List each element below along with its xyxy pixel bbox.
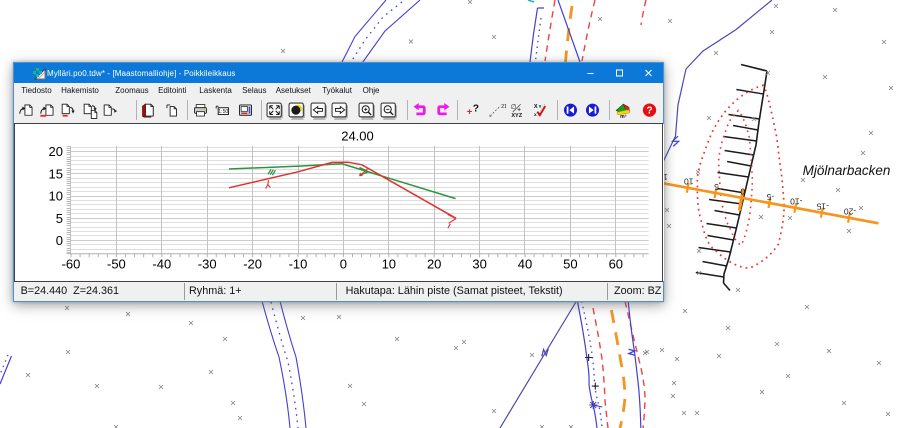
svg-text:-30: -30 [198,257,217,272]
svg-text:-20: -20 [844,207,857,217]
svg-text:-40: -40 [152,257,171,272]
svg-text:m³: m³ [620,114,627,120]
svg-text:5: 5 [56,211,63,226]
svg-text:20: 20 [427,257,441,272]
svg-text:-15: -15 [816,202,829,212]
svg-text:x: x [538,104,541,109]
svg-text:10: 10 [382,257,396,272]
svg-text:0: 0 [740,187,745,197]
svg-text:+: + [517,106,521,113]
svg-text:-10: -10 [289,257,308,272]
svg-text:10: 10 [684,177,694,187]
svg-text:40: 40 [518,257,532,272]
svg-text:60: 60 [609,257,623,272]
svg-text:-5: -5 [766,192,774,202]
svg-text:1:50: 1:50 [218,109,228,115]
svg-text:-10: -10 [790,197,803,207]
svg-text:21: 21 [501,104,506,110]
svg-text:X: X [533,104,537,110]
svg-text:∅: ∅ [510,102,516,110]
svg-text:-20: -20 [243,257,262,272]
svg-text:-50: -50 [107,257,126,272]
svg-text:?: ? [473,103,479,114]
svg-text:15: 15 [49,166,63,181]
svg-text:0: 0 [340,257,347,272]
svg-text:?: ? [646,105,652,116]
svg-text:0: 0 [56,233,63,248]
svg-text:5: 5 [714,182,719,192]
svg-text:50: 50 [563,257,577,272]
svg-text:20: 20 [49,144,63,159]
svg-text:+: + [467,106,473,117]
svg-text:XYZ: XYZ [511,113,522,119]
svg-text:10: 10 [49,189,63,204]
svg-text:24.00: 24.00 [341,129,374,144]
svg-text:30: 30 [472,257,486,272]
svg-text:x: x [534,113,537,118]
svg-text:Mjölnarbacken: Mjölnarbacken [803,163,891,178]
svg-text:-60: -60 [62,257,81,272]
